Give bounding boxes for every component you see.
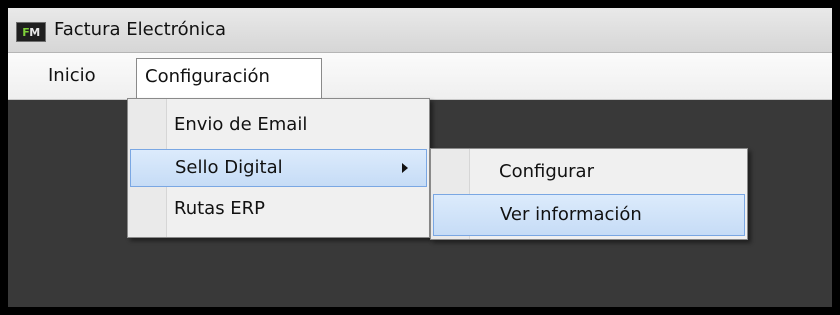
submenu-item-configurar[interactable]: Configurar <box>433 152 745 194</box>
submenu-arrow-icon <box>402 163 408 173</box>
menu-item-rutas-erp[interactable]: Rutas ERP <box>130 191 427 229</box>
menu-item-sello-digital-label: Sello Digital <box>175 157 283 178</box>
menu-bar: Inicio Configuración <box>8 53 832 100</box>
menu-inicio[interactable]: Inicio <box>40 58 104 94</box>
submenu-item-ver-informacion[interactable]: Ver información <box>433 194 745 236</box>
menu-item-envio-email[interactable]: Envio de Email <box>130 107 427 145</box>
menu-item-sello-digital[interactable]: Sello Digital <box>130 149 427 187</box>
window-title: Factura Electrónica <box>54 19 227 40</box>
configuracion-dropdown: Envio de Email Sello Digital Rutas ERP <box>127 98 430 238</box>
title-bar: FM Factura Electrónica <box>8 8 832 53</box>
app-logo-icon: FM <box>16 22 46 42</box>
app-window: FM Factura Electrónica Inicio Configurac… <box>0 0 840 315</box>
logo-letter-m: M <box>29 25 40 39</box>
logo-letter-f: F <box>22 25 30 39</box>
menu-configuracion[interactable]: Configuración <box>136 58 322 100</box>
sello-digital-submenu: Configurar Ver información <box>430 148 748 240</box>
